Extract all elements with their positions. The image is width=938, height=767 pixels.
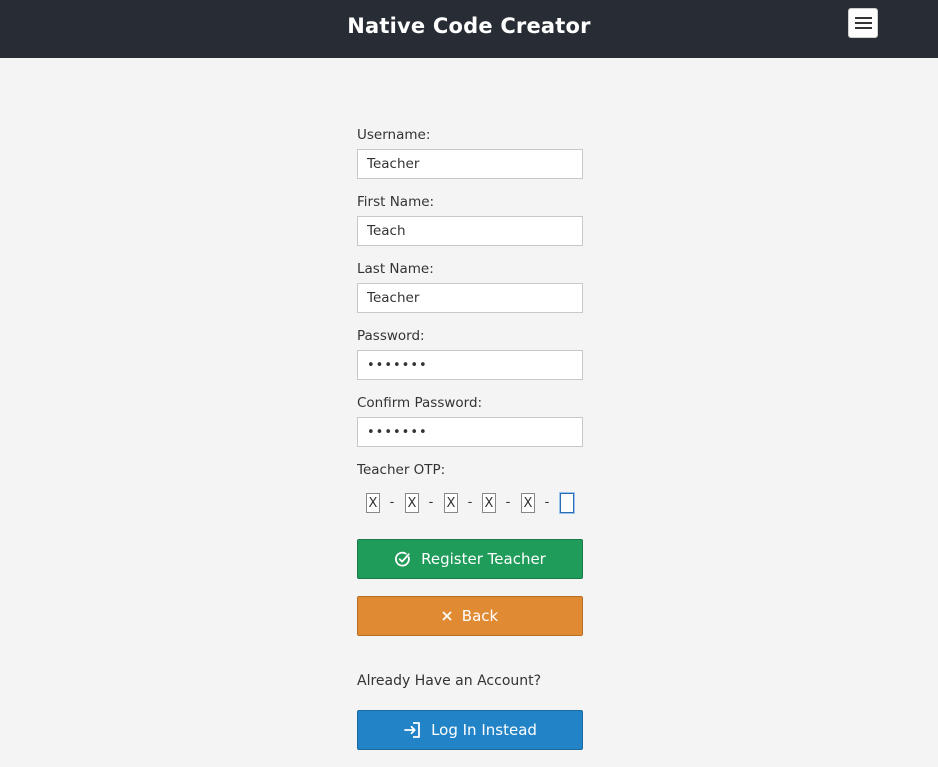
otp-separator: - [544,495,550,510]
otp-digit-4[interactable] [482,493,496,513]
first-name-field[interactable] [357,216,583,246]
register-teacher-label: Register Teacher [421,550,546,568]
confirm-password-field[interactable] [357,417,583,447]
confirm-password-label: Confirm Password: [357,395,483,411]
password-label: Password: [357,328,425,344]
otp-separator: - [467,495,473,510]
log-in-instead-label: Log In Instead [431,721,537,739]
username-label: Username: [357,127,431,143]
otp-separator: - [428,495,434,510]
menu-button[interactable] [848,8,878,38]
register-teacher-button[interactable]: Register Teacher [357,539,583,579]
back-button[interactable]: Back [357,596,583,636]
otp-digit-5[interactable] [521,493,535,513]
username-field[interactable] [357,149,583,179]
log-in-instead-button[interactable]: Log In Instead [357,710,583,750]
otp-digit-3[interactable] [444,493,458,513]
check-circle-icon [394,551,411,568]
last-name-label: Last Name: [357,261,434,277]
hamburger-menu-icon [855,17,872,29]
otp-input-group: - - - - - [357,493,583,517]
already-have-account-text: Already Have an Account? [357,673,542,689]
otp-digit-6[interactable] [560,493,574,513]
last-name-field[interactable] [357,283,583,313]
login-icon [403,721,421,739]
app-title: Native Code Creator [347,14,591,38]
top-bar: Native Code Creator [0,0,938,58]
back-label: Back [461,607,499,625]
password-field[interactable] [357,350,583,380]
otp-digit-2[interactable] [405,493,419,513]
teacher-otp-label: Teacher OTP: [357,462,446,478]
close-icon [442,611,452,621]
otp-separator: - [389,495,395,510]
otp-digit-1[interactable] [366,493,380,513]
otp-separator: - [505,495,511,510]
first-name-label: First Name: [357,194,435,210]
